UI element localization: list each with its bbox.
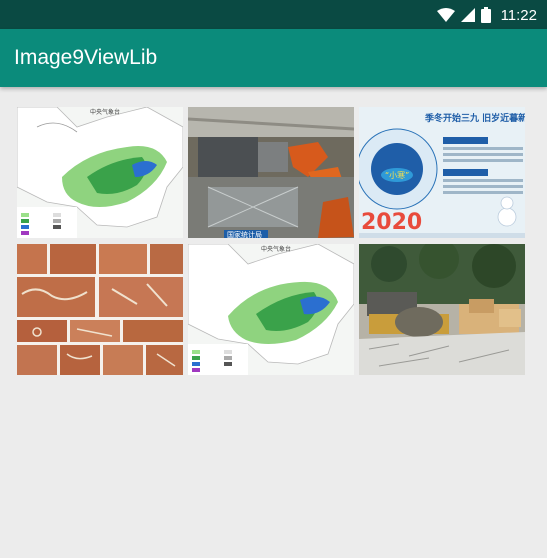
- status-bar: 11:22: [0, 0, 547, 29]
- poster-heading: 季冬开始三九 旧岁近暮新: [424, 112, 525, 124]
- weather-map-title-2: 中央气象台: [261, 245, 291, 253]
- solar-term-poster-image[interactable]: “小寒” 季冬开始三九 旧岁近暮新 2020: [359, 107, 525, 238]
- status-time: 11:22: [500, 6, 537, 24]
- construction-site-image[interactable]: [359, 244, 525, 375]
- cell-signal-icon: [460, 8, 475, 22]
- wifi-icon: [436, 8, 455, 22]
- factory-robots-image[interactable]: 国家统计局: [188, 107, 354, 238]
- poster-badge: “小寒”: [385, 170, 409, 180]
- weather-map-graphic-2: 中央气象台: [188, 244, 354, 375]
- image-grid: 中央气象台 国家统计局 “小寒” 季冬开始三九 旧岁近暮新 2020 中央气象台: [17, 107, 525, 375]
- construction-graphic: [359, 244, 525, 375]
- rock-art-collage-image[interactable]: [17, 244, 183, 375]
- poster-graphic: “小寒” 季冬开始三九 旧岁近暮新 2020: [359, 107, 525, 238]
- app-bar: Image9ViewLib: [0, 29, 547, 87]
- weather-map-title: 中央气象台: [90, 108, 120, 116]
- factory-graphic: 国家统计局: [188, 107, 354, 238]
- weather-map-image[interactable]: 中央气象台: [17, 107, 183, 238]
- factory-caption: 国家统计局: [227, 230, 262, 238]
- weather-map-graphic: 中央气象台: [17, 107, 183, 238]
- rock-art-graphic: [17, 244, 183, 375]
- app-title: Image9ViewLib: [14, 46, 158, 69]
- weather-map-image-2[interactable]: 中央气象台: [188, 244, 354, 375]
- status-icons: 11:22: [436, 6, 537, 24]
- poster-year: 2020: [361, 210, 422, 235]
- battery-icon: [480, 7, 491, 23]
